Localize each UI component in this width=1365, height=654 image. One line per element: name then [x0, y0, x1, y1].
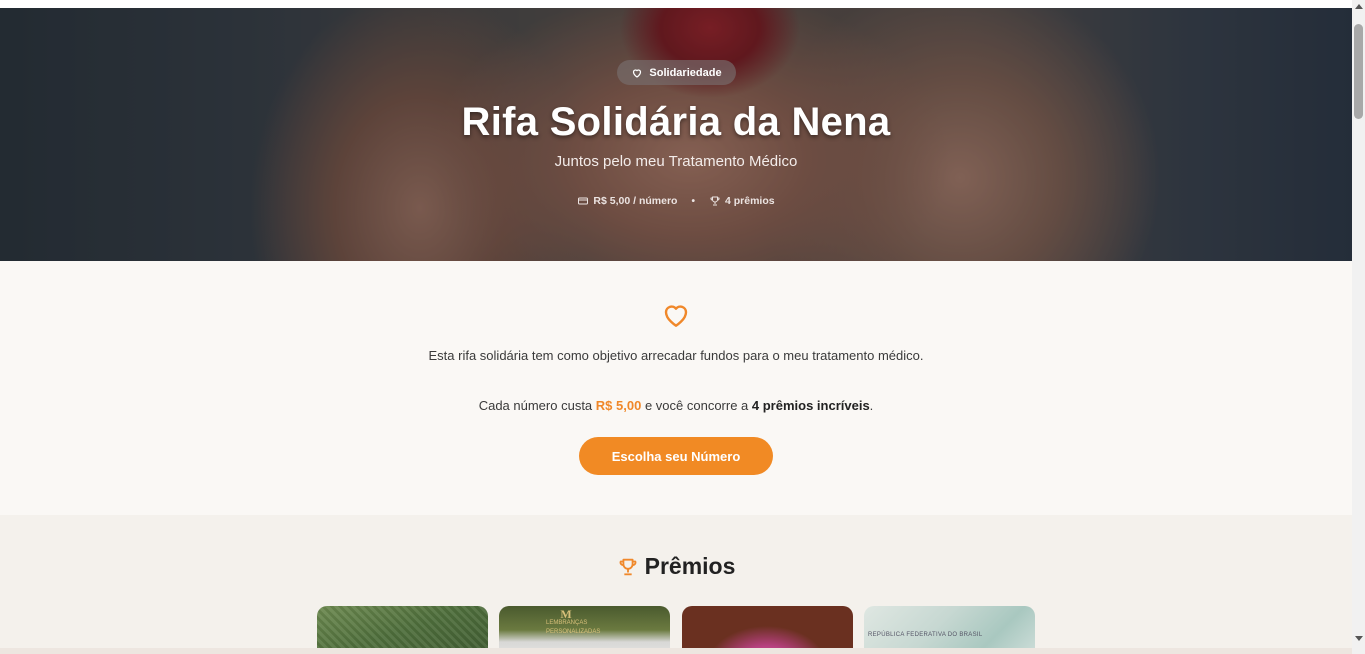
- scroll-down-arrow-icon[interactable]: [1355, 636, 1363, 641]
- prize-card-pink[interactable]: [682, 606, 853, 654]
- prizes-info: 4 prêmios: [709, 195, 775, 207]
- intro-price: R$ 5,00: [595, 398, 642, 413]
- prize-logo-text: LEMBRANÇAS PERSONALIZADAS: [546, 620, 601, 635]
- trophy-icon: [619, 558, 636, 575]
- scrollbar-thumb[interactable]: [1354, 24, 1363, 119]
- prize-card-money[interactable]: REPÚBLICA FEDERATIVA DO BRASIL: [864, 606, 1035, 654]
- badge-label: Solidariedade: [649, 66, 722, 79]
- prizes-heading: Prêmios: [0, 553, 1352, 580]
- page-subtitle: Juntos pelo meu Tratamento Médico: [554, 153, 798, 170]
- intro-section: Esta rifa solidária tem como objetivo ar…: [0, 261, 1352, 515]
- prize-logo: M LEMBRANÇAS PERSONALIZADAS: [546, 607, 600, 635]
- prize-card-money-text: REPÚBLICA FEDERATIVA DO BRASIL: [868, 632, 983, 638]
- prize-card-crochet[interactable]: [317, 606, 488, 654]
- intro-text-suffix: .: [869, 398, 874, 413]
- prizes-title: Prêmios: [644, 553, 736, 579]
- category-badge: Solidariedade: [617, 60, 736, 85]
- scroll-up-arrow-icon[interactable]: [1355, 4, 1363, 9]
- intro-description: Esta rifa solidária tem como objetivo ar…: [428, 348, 924, 363]
- intro-prizes: 4 prêmios incríveis: [751, 398, 870, 413]
- trophy-icon: [710, 196, 720, 206]
- ticket-icon: [578, 197, 589, 205]
- hero-content: Solidariedade Rifa Solidária da Nena Jun…: [0, 8, 1352, 261]
- page-title: Rifa Solidária da Nena: [461, 100, 891, 144]
- choose-number-button[interactable]: Escolha seu Número: [579, 437, 773, 475]
- heart-icon: [633, 68, 642, 78]
- intro-text-middle: e você concorre a: [641, 398, 752, 413]
- meta-separator: •: [691, 195, 695, 207]
- bottom-strip: [0, 648, 1352, 654]
- heart-icon: [664, 305, 688, 327]
- prizes-section: Prêmios M LEMBRANÇAS PERSONALIZADAS REPÚ…: [0, 515, 1352, 654]
- prize-logo-letter: M: [560, 607, 572, 621]
- hero-banner: Solidariedade Rifa Solidária da Nena Jun…: [0, 8, 1352, 261]
- scrollbar[interactable]: [1352, 0, 1365, 654]
- top-strip: [0, 0, 1352, 8]
- intro-text-prefix: Cada número custa: [478, 398, 596, 413]
- price-label: R$ 5,00 / número: [593, 195, 678, 207]
- intro-price-line: Cada número custa R$ 5,00 e você concorr…: [0, 397, 1352, 415]
- hero-meta: R$ 5,00 / número • 4 prêmios: [0, 195, 1352, 207]
- page: Solidariedade Rifa Solidária da Nena Jun…: [0, 0, 1365, 654]
- prize-card-personalized[interactable]: M LEMBRANÇAS PERSONALIZADAS: [499, 606, 670, 654]
- price-info: R$ 5,00 / número: [577, 195, 677, 207]
- prizes-count-label: 4 prêmios: [724, 195, 775, 207]
